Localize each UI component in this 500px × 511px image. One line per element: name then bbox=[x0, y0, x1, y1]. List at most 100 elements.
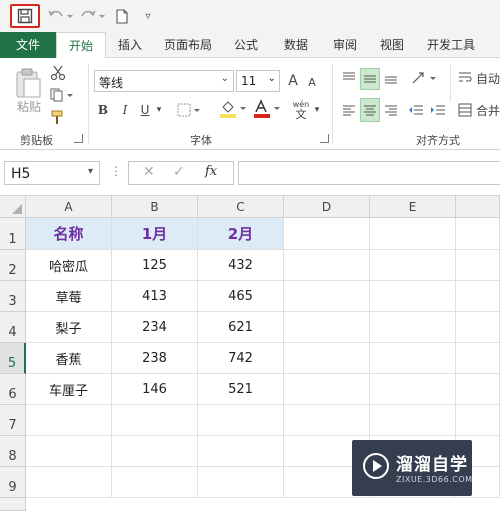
cell-c8[interactable] bbox=[198, 436, 284, 467]
tab-home[interactable]: 开始 bbox=[56, 32, 106, 59]
row-header-selected[interactable]: 5 bbox=[0, 343, 26, 374]
cell-a7[interactable] bbox=[26, 405, 112, 436]
decrease-indent-button[interactable] bbox=[406, 100, 426, 120]
cell-b8[interactable] bbox=[112, 436, 198, 467]
cell-f1[interactable] bbox=[456, 218, 500, 250]
cell-a2[interactable]: 哈密瓜 bbox=[26, 250, 112, 281]
row-header[interactable] bbox=[0, 498, 26, 511]
column-header-e[interactable]: E bbox=[370, 196, 456, 218]
formula-input[interactable] bbox=[238, 161, 500, 185]
cell-f5[interactable] bbox=[456, 343, 500, 374]
cell-f6[interactable] bbox=[456, 374, 500, 405]
cell-e2[interactable] bbox=[370, 250, 456, 281]
cell-c6[interactable]: 521 bbox=[198, 374, 284, 405]
cell-a5[interactable]: 香蕉 bbox=[26, 343, 112, 374]
cell-a4[interactable]: 梨子 bbox=[26, 312, 112, 343]
cell-c3[interactable]: 465 bbox=[198, 281, 284, 312]
cell-d7[interactable] bbox=[284, 405, 370, 436]
row-header[interactable]: 2 bbox=[0, 250, 26, 281]
align-middle-button[interactable] bbox=[360, 68, 380, 90]
tab-insert[interactable]: 插入 bbox=[108, 32, 152, 58]
cell-a1[interactable]: 名称 bbox=[26, 218, 112, 250]
cell-c2[interactable]: 432 bbox=[198, 250, 284, 281]
bold-button[interactable]: B bbox=[96, 100, 110, 120]
tab-file[interactable]: 文件 bbox=[0, 32, 56, 58]
tab-view[interactable]: 视图 bbox=[370, 32, 414, 58]
font-name-select[interactable]: 等线 ⌄ bbox=[94, 70, 234, 92]
clipboard-launcher[interactable] bbox=[74, 134, 83, 143]
redo-button[interactable] bbox=[78, 4, 106, 28]
cell-d1[interactable] bbox=[284, 218, 370, 250]
increase-indent-button[interactable] bbox=[428, 100, 448, 120]
cut-button[interactable] bbox=[48, 64, 68, 82]
align-top-button[interactable] bbox=[340, 68, 358, 88]
column-header-f[interactable] bbox=[456, 196, 500, 218]
format-painter-button[interactable] bbox=[48, 108, 68, 126]
insert-function-button[interactable]: fx bbox=[205, 164, 217, 179]
undo-button[interactable] bbox=[46, 4, 74, 28]
copy-button[interactable] bbox=[48, 86, 76, 104]
border-button[interactable] bbox=[176, 100, 202, 120]
cell-d6[interactable] bbox=[284, 374, 370, 405]
check-icon[interactable]: ✓ bbox=[173, 164, 185, 180]
cell-c9[interactable] bbox=[198, 467, 284, 498]
tab-formulas[interactable]: 公式 bbox=[224, 32, 268, 58]
underline-dropdown[interactable]: ▾ bbox=[154, 100, 164, 120]
column-header-d[interactable]: D bbox=[284, 196, 370, 218]
align-bottom-button[interactable] bbox=[382, 68, 400, 88]
cell-b2[interactable]: 125 bbox=[112, 250, 198, 281]
cell-e4[interactable] bbox=[370, 312, 456, 343]
cell-e6[interactable] bbox=[370, 374, 456, 405]
cell-b7[interactable] bbox=[112, 405, 198, 436]
cell-e5[interactable] bbox=[370, 343, 456, 374]
font-size-select[interactable]: 11 ⌄ bbox=[236, 70, 280, 92]
row-header[interactable]: 9 bbox=[0, 467, 26, 498]
column-header-b[interactable]: B bbox=[112, 196, 198, 218]
cell-d4[interactable] bbox=[284, 312, 370, 343]
cell-b5[interactable]: 238 bbox=[112, 343, 198, 374]
align-center-button[interactable] bbox=[360, 98, 380, 122]
paste-button[interactable] bbox=[12, 66, 44, 100]
align-right-button[interactable] bbox=[382, 100, 400, 120]
row-header[interactable]: 8 bbox=[0, 436, 26, 467]
cell-a9[interactable] bbox=[26, 467, 112, 498]
phonetic-button[interactable]: wén 文 bbox=[290, 98, 312, 122]
cell-c4[interactable]: 621 bbox=[198, 312, 284, 343]
tab-page-layout[interactable]: 页面布局 bbox=[156, 32, 220, 58]
row-header[interactable]: 3 bbox=[0, 281, 26, 312]
formula-bar-grip[interactable]: ⋮ bbox=[110, 164, 122, 178]
save-button[interactable] bbox=[10, 4, 40, 28]
cell-d2[interactable] bbox=[284, 250, 370, 281]
cell-c5[interactable]: 742 bbox=[198, 343, 284, 374]
shrink-font-button[interactable]: A bbox=[304, 72, 320, 92]
tab-data[interactable]: 数据 bbox=[272, 32, 320, 58]
cancel-icon[interactable]: ✕ bbox=[143, 164, 155, 180]
cell-e7[interactable] bbox=[370, 405, 456, 436]
underline-button[interactable]: U bbox=[138, 100, 152, 120]
row-header[interactable]: 7 bbox=[0, 405, 26, 436]
row-header[interactable]: 4 bbox=[0, 312, 26, 343]
row-header[interactable]: 1 bbox=[0, 218, 26, 250]
cell-d5[interactable] bbox=[284, 343, 370, 374]
cell-f7[interactable] bbox=[456, 405, 500, 436]
cell-b1[interactable]: 1月 bbox=[112, 218, 198, 250]
cell-f2[interactable] bbox=[456, 250, 500, 281]
select-all-button[interactable] bbox=[0, 196, 26, 218]
cell-a6[interactable]: 车厘子 bbox=[26, 374, 112, 405]
cell-b6[interactable]: 146 bbox=[112, 374, 198, 405]
merge-center-button[interactable]: 合并 bbox=[458, 100, 500, 120]
font-launcher[interactable] bbox=[320, 134, 329, 143]
grow-font-button[interactable]: A bbox=[284, 70, 302, 92]
fill-color-button[interactable] bbox=[218, 98, 248, 120]
cell-e3[interactable] bbox=[370, 281, 456, 312]
customize-qat-button[interactable]: ▿ bbox=[140, 4, 156, 28]
cell-f4[interactable] bbox=[456, 312, 500, 343]
tab-review[interactable]: 审阅 bbox=[324, 32, 366, 58]
italic-button[interactable]: I bbox=[118, 100, 132, 120]
font-color-button[interactable] bbox=[252, 98, 282, 120]
wrap-text-button[interactable]: 自动 bbox=[458, 68, 500, 88]
cell-c7[interactable] bbox=[198, 405, 284, 436]
cell-b3[interactable]: 413 bbox=[112, 281, 198, 312]
column-header-a[interactable]: A bbox=[26, 196, 112, 218]
name-box[interactable]: H5 ▾ bbox=[4, 161, 100, 185]
